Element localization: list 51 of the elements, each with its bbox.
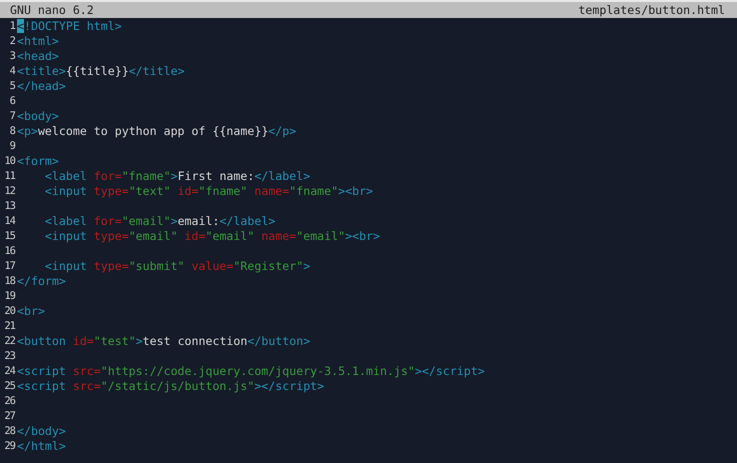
line-number: 11 [3,169,16,184]
code-line: <input type="submit" value="Register"> [44,259,310,274]
line-number: 16 [3,244,16,259]
line-number: 19 [3,289,16,304]
line-number: 14 [3,214,16,229]
line-number: 29 [3,439,16,454]
line-number: 10 [3,154,16,169]
line-number: 7 [8,109,16,124]
code-line: <head> [17,49,59,64]
line-number: 4 [8,64,16,79]
line-number: 26 [3,394,16,409]
code-line: <script src="https://code.jquery.com/jquery-3.5.1.min.js"></script> [17,364,485,379]
line-number: 22 [3,334,16,349]
line-number: 5 [8,79,16,94]
code-line: <button id="test">test connection</button> [17,334,310,349]
code-line: <form> [17,154,59,169]
code-line: <p>welcome to python app of {{name}}</p> [17,124,296,139]
line-number: 9 [8,139,16,154]
line-number: 27 [3,409,16,424]
app-title: GNU nano 6.2 [10,2,94,18]
code-line: <body> [17,109,59,124]
line-number: 24 [3,364,16,379]
code-line: <title>{{title}}</title> [17,64,185,79]
line-number: 15 [3,229,16,244]
code-line: </form> [17,274,66,289]
code-line: <input type="email" id="email" name="email"><br> [44,229,380,244]
code-line: </head> [17,79,66,94]
code-line: </html> [17,439,66,454]
code-line: <label for="fname">First name:</label> [44,169,310,184]
code-line: <script src="/static/js/button.js"></script> [17,379,324,394]
line-number: 21 [3,319,16,334]
line-number: 12 [3,184,16,199]
line-number: 28 [3,424,16,439]
line-number: 25 [3,379,16,394]
line-number: 23 [3,349,16,364]
file-name: templates/button.html [578,2,725,18]
line-number: 6 [8,94,16,109]
code-line: <label for="email">email:</label> [44,214,276,229]
line-number: 18 [3,274,16,289]
line-number: 1 [8,19,16,34]
line-number: 13 [3,199,16,214]
code-line: <input type="text" id="fname" name="fname"><br> [44,184,374,199]
line-number: 20 [3,304,16,319]
code-line: <br> [17,304,45,319]
line-number: 8 [8,124,16,139]
code-line: <html> [17,34,59,49]
line-number: 17 [3,259,16,274]
line-number: 3 [8,49,16,64]
code-line: </body> [17,424,66,439]
line-number: 2 [8,34,16,49]
code-line: <!DOCTYPE html> [17,19,122,34]
